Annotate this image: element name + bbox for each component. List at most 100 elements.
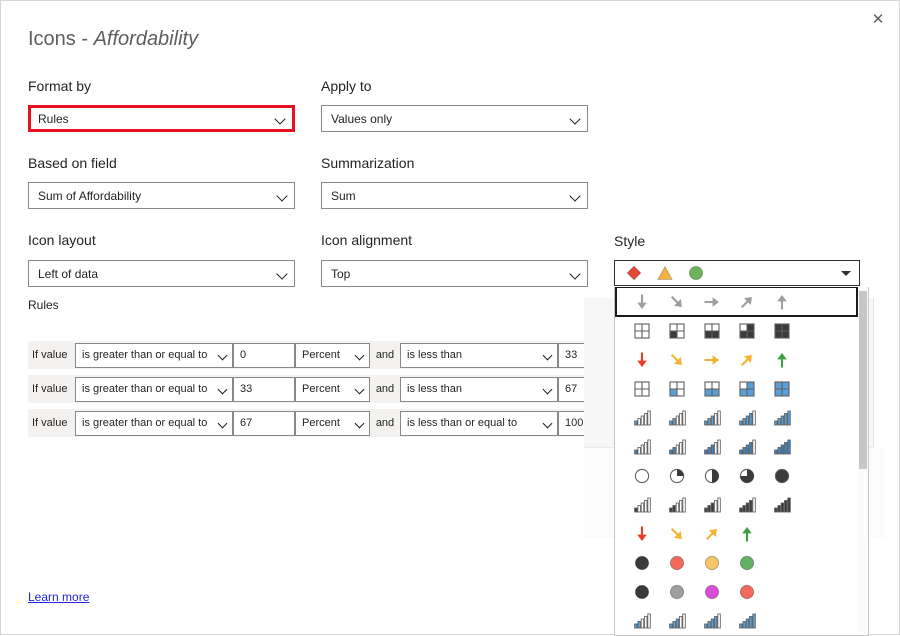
learn-more-link[interactable]: Learn more — [28, 590, 89, 604]
arrow-down-icon — [624, 289, 659, 315]
chevron-down-icon — [277, 268, 288, 279]
style-option-quadrants-gray-5[interactable] — [615, 316, 858, 345]
style-option-circles-mixed-4[interactable] — [615, 577, 858, 606]
rule-operator2-select[interactable]: is less than — [400, 376, 558, 402]
chevron-down-icon — [355, 418, 365, 428]
arrow-down-right-icon — [659, 347, 694, 373]
rule-value1-input[interactable]: 33 — [233, 376, 295, 402]
style-option-bars-blue-4[interactable] — [615, 606, 858, 635]
style-option-circles-traffic-4[interactable] — [615, 548, 858, 577]
triangle-icon — [656, 264, 674, 282]
rule-operator2-select[interactable]: is less than — [400, 342, 558, 368]
bar-chart-icon — [659, 405, 694, 431]
format-by-value: Rules — [38, 111, 69, 126]
bar-chart-icon — [764, 405, 799, 431]
pie-icon — [659, 463, 694, 489]
diamond-icon — [625, 264, 643, 282]
and-label: and — [375, 383, 395, 395]
pie-icon — [729, 463, 764, 489]
if-value-label: If value — [32, 417, 68, 429]
rule-operator1-value: is greater than or equal to — [82, 417, 208, 429]
circle-icon — [729, 550, 764, 576]
rule-row: If value is greater than or equal to 0 Perc… — [28, 341, 620, 369]
bar-chart-icon — [624, 434, 659, 460]
chevron-down-icon — [275, 113, 286, 124]
icon-layout-select[interactable]: Left of data — [28, 260, 295, 287]
quadrant-icon — [624, 318, 659, 344]
format-by-label: Format by — [28, 78, 92, 94]
circle-icon — [729, 579, 764, 605]
style-option-bars-blue-5[interactable] — [615, 403, 858, 432]
rules-table: If value is greater than or equal to 0 Perc… — [28, 341, 620, 443]
summarization-value: Sum — [331, 188, 356, 203]
quadrant-icon — [694, 318, 729, 344]
quadrant-icon — [694, 376, 729, 402]
based-on-field-label: Based on field — [28, 155, 117, 171]
quadrant-icon — [659, 376, 694, 402]
quadrant-icon — [729, 318, 764, 344]
rule-operator1-select[interactable]: is greater than or equal to — [75, 342, 233, 368]
rule-operator1-value: is greater than or equal to — [82, 349, 208, 361]
format-by-select[interactable]: Rules — [28, 105, 295, 132]
arrow-up-icon — [729, 521, 764, 547]
rule-value1-text: 67 — [240, 417, 253, 429]
circle-icon — [694, 579, 729, 605]
apply-to-select[interactable]: Values only — [321, 105, 588, 132]
style-option-bars-gray-5[interactable] — [615, 490, 858, 519]
bar-chart-icon — [764, 434, 799, 460]
close-icon[interactable]: ✕ — [863, 5, 893, 33]
quadrant-icon — [659, 318, 694, 344]
bar-chart-icon — [659, 492, 694, 518]
arrow-down-icon — [624, 521, 659, 547]
rule-unit-select[interactable]: Percent — [295, 410, 370, 436]
rule-unit-value: Percent — [302, 349, 340, 361]
style-option-pies-gray-5[interactable] — [615, 461, 858, 490]
bar-chart-icon — [659, 434, 694, 460]
bar-chart-icon — [624, 405, 659, 431]
chevron-down-icon — [355, 384, 365, 394]
popup-scrollbar[interactable] — [858, 287, 868, 635]
chevron-down-icon — [543, 384, 553, 394]
arrow-down-right-icon — [659, 289, 694, 315]
style-selected-swatch — [625, 264, 841, 282]
style-option-quadrants-blue-5[interactable] — [615, 374, 858, 403]
icon-alignment-select[interactable]: Top — [321, 260, 588, 287]
rule-operator2-select[interactable]: is less than or equal to — [400, 410, 558, 436]
rule-operator2-value: is less than — [407, 349, 463, 361]
style-option-arrows-color-5[interactable] — [615, 345, 858, 374]
style-option-arrows-color-4[interactable] — [615, 519, 858, 548]
bar-chart-icon — [694, 492, 729, 518]
if-value-label: If value — [32, 349, 68, 361]
rule-operator1-select[interactable]: is greater than or equal to — [75, 376, 233, 402]
arrow-right-icon — [694, 347, 729, 373]
pie-icon — [764, 463, 799, 489]
chevron-down-icon — [570, 190, 581, 201]
style-select[interactable] — [614, 260, 860, 286]
apply-to-label: Apply to — [321, 78, 372, 94]
rule-value1-input[interactable]: 67 — [233, 410, 295, 436]
circle-icon — [659, 579, 694, 605]
rule-operator2-value: is less than — [407, 383, 463, 395]
style-option-bars-blue2-5[interactable] — [615, 432, 858, 461]
style-option-arrows-gray-5[interactable] — [615, 287, 858, 317]
rule-unit-select[interactable]: Percent — [295, 342, 370, 368]
rule-value1-input[interactable]: 0 — [233, 342, 295, 368]
chevron-down-icon — [355, 350, 365, 360]
chevron-down-icon — [218, 418, 228, 428]
chevron-down-icon — [543, 418, 553, 428]
arrow-up-right-icon — [729, 289, 764, 315]
pie-icon — [694, 463, 729, 489]
chevron-down-icon — [570, 113, 581, 124]
rule-value1-text: 0 — [240, 349, 247, 361]
and-label: and — [375, 417, 395, 429]
quadrant-icon — [764, 318, 799, 344]
quadrant-icon — [764, 376, 799, 402]
quadrant-icon — [624, 376, 659, 402]
arrow-up-icon — [764, 347, 799, 373]
rule-operator1-select[interactable]: is greater than or equal to — [75, 410, 233, 436]
popup-scrollbar-thumb[interactable] — [859, 291, 867, 469]
bar-chart-icon — [729, 434, 764, 460]
based-on-field-select[interactable]: Sum of Affordability — [28, 182, 295, 209]
summarization-select[interactable]: Sum — [321, 182, 588, 209]
rule-unit-select[interactable]: Percent — [295, 376, 370, 402]
